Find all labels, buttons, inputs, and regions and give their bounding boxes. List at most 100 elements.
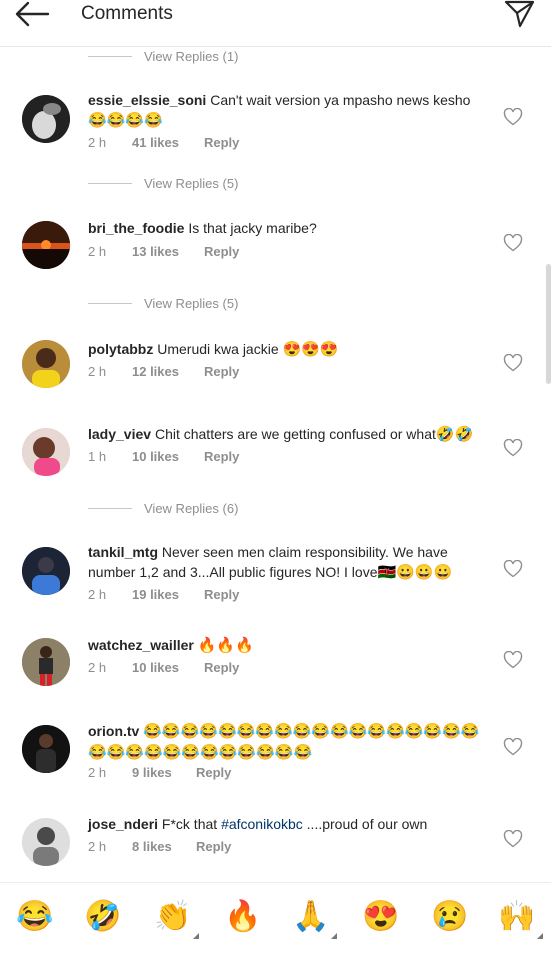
view-replies-link[interactable]: View Replies (6)	[88, 498, 238, 518]
reply-button[interactable]: Reply	[196, 765, 231, 780]
divider	[88, 302, 132, 304]
view-replies-label: View Replies (5)	[144, 175, 239, 191]
avatar[interactable]	[22, 547, 70, 595]
username[interactable]: polytabbz	[88, 341, 153, 357]
avatar-image	[22, 95, 70, 143]
avatar[interactable]	[22, 818, 70, 866]
divider	[88, 182, 132, 184]
likes-count[interactable]: 13 likes	[132, 244, 204, 259]
reply-button[interactable]: Reply	[204, 364, 239, 379]
avatar[interactable]	[22, 340, 70, 388]
emoji-clap-button[interactable]: 👏	[154, 899, 200, 939]
comment-meta: 1 h 10 likes Reply	[88, 449, 239, 464]
username[interactable]: jose_nderi	[88, 816, 158, 832]
view-replies-link[interactable]: View Replies (1)	[88, 46, 238, 66]
timestamp: 2 h	[88, 587, 107, 602]
likes-count[interactable]: 12 likes	[132, 364, 204, 379]
scrollbar[interactable]	[546, 264, 551, 384]
emoji-pray-glyph: 🙏	[292, 900, 330, 933]
emoji-pray-button[interactable]: 🙏	[292, 899, 338, 939]
heart-icon[interactable]	[503, 234, 523, 252]
comments-list[interactable]: View Replies (1) essie_elssie_soni Can't…	[0, 46, 551, 881]
avatar-image	[22, 547, 70, 595]
username[interactable]: lady_viev	[88, 426, 151, 442]
reply-button[interactable]: Reply	[196, 839, 231, 854]
hashtag-link[interactable]: #afconikokbc	[221, 816, 303, 832]
emoji-raised-hands-glyph: 🙌	[498, 900, 536, 933]
comment-body: Chit chatters are we getting confused or…	[154, 426, 436, 442]
emoji-cry-button[interactable]: 😢	[431, 899, 468, 935]
comment-text: orion.tv 😂😂😂😂😂😂😂😂😂😂😂😂😂😂😂😂😂😂😂😂😂😂😂😂😂😂😂😂😂😂	[88, 721, 483, 763]
avatar[interactable]	[22, 638, 70, 686]
skin-tone-indicator-icon	[537, 933, 544, 939]
username[interactable]: tankil_mtg	[88, 544, 158, 560]
view-replies-label: View Replies (1)	[144, 48, 239, 64]
heart-icon[interactable]	[503, 651, 523, 669]
heart-icon[interactable]	[503, 830, 523, 848]
comment-meta: 2 h 13 likes Reply	[88, 244, 239, 259]
timestamp: 1 h	[88, 449, 107, 464]
reply-button[interactable]: Reply	[204, 244, 239, 259]
view-replies-link[interactable]: View Replies (5)	[88, 293, 238, 313]
likes-count[interactable]: 9 likes	[132, 765, 196, 780]
emoji-quick-bar: 😂 🤣 👏 🔥 🙏 😍 😢 🙌	[0, 882, 551, 961]
username[interactable]: watchez_wailler	[88, 637, 194, 653]
emoji-raised-hands-button[interactable]: 🙌	[498, 899, 544, 939]
heart-icon[interactable]	[503, 738, 523, 756]
username[interactable]: essie_elssie_soni	[88, 92, 206, 108]
likes-count[interactable]: 41 likes	[132, 135, 204, 150]
skin-tone-indicator-icon	[331, 933, 338, 939]
likes-count[interactable]: 19 likes	[132, 587, 204, 602]
reply-button[interactable]: Reply	[204, 660, 239, 675]
divider	[88, 507, 132, 509]
username[interactable]: orion.tv	[88, 723, 139, 739]
heart-icon[interactable]	[503, 354, 523, 372]
comment-meta: 2 h 8 likes Reply	[88, 839, 231, 854]
likes-count[interactable]: 10 likes	[132, 660, 204, 675]
emoji-fire-button[interactable]: 🔥	[224, 899, 261, 935]
emoji-joy-button[interactable]: 😂	[16, 899, 53, 935]
heart-icon[interactable]	[503, 560, 523, 578]
send-icon[interactable]	[503, 0, 535, 28]
avatar[interactable]	[22, 428, 70, 476]
comment-text: bri_the_foodie Is that jacky maribe?	[88, 218, 488, 238]
reply-button[interactable]: Reply	[204, 449, 239, 464]
comment-emojis: 😍😍😍	[282, 341, 339, 358]
emoji-heart-eyes-button[interactable]: 😍	[362, 899, 399, 935]
timestamp: 2 h	[88, 135, 107, 150]
back-arrow-icon[interactable]	[14, 0, 50, 28]
reply-button[interactable]: Reply	[204, 135, 239, 150]
comment-text: jose_nderi F*ck that #afconikokbc ....pr…	[88, 814, 488, 834]
likes-count[interactable]: 10 likes	[132, 449, 204, 464]
comment-meta: 2 h 19 likes Reply	[88, 587, 239, 602]
likes-count[interactable]: 8 likes	[132, 839, 196, 854]
comment-text: polytabbz Umerudi kwa jackie 😍😍😍	[88, 339, 488, 360]
timestamp: 2 h	[88, 244, 107, 259]
comment-body: F*ck that	[161, 816, 218, 832]
view-replies-link[interactable]: View Replies (5)	[88, 173, 238, 193]
page-title: Comments	[81, 3, 173, 24]
heart-icon[interactable]	[503, 439, 523, 457]
comment-meta: 2 h 12 likes Reply	[88, 364, 239, 379]
username[interactable]: bri_the_foodie	[88, 220, 184, 236]
comment-meta: 2 h 41 likes Reply	[88, 135, 239, 150]
avatar-image	[22, 221, 70, 269]
avatar-image	[22, 725, 70, 773]
avatar[interactable]	[22, 95, 70, 143]
comment-text: lady_viev Chit chatters are we getting c…	[88, 424, 488, 445]
comment-body: Umerudi kwa jackie	[157, 341, 279, 357]
avatar-image	[22, 818, 70, 866]
timestamp: 2 h	[88, 765, 107, 780]
avatar[interactable]	[22, 725, 70, 773]
emoji-rofl-button[interactable]: 🤣	[84, 899, 121, 935]
reply-button[interactable]: Reply	[204, 587, 239, 602]
timestamp: 2 h	[88, 660, 107, 675]
avatar-image	[22, 638, 70, 686]
avatar[interactable]	[22, 221, 70, 269]
comment-text: watchez_wailler 🔥🔥🔥	[88, 635, 488, 656]
heart-icon[interactable]	[503, 108, 523, 126]
comment-body-continued: ....proud of our own	[306, 816, 428, 832]
comment-emojis: 😂😂😂😂😂😂😂😂😂😂😂😂😂😂😂😂😂😂😂😂😂😂😂😂😂😂😂😂😂😂	[88, 723, 480, 761]
emoji-clap-glyph: 👏	[154, 900, 192, 933]
avatar-image	[22, 340, 70, 388]
